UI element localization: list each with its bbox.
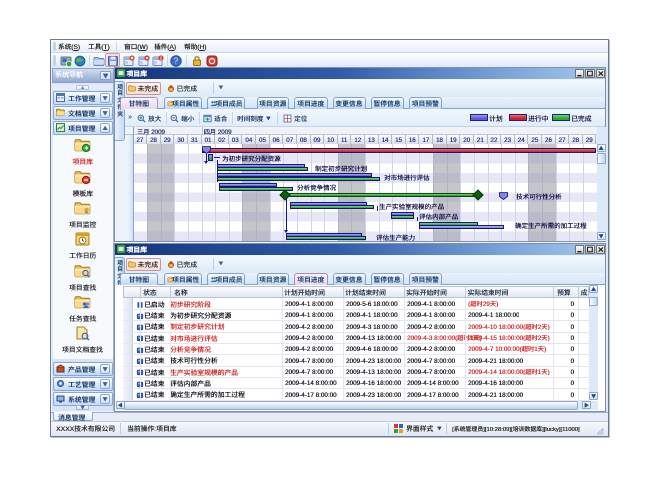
- svg-text:?: ?: [174, 57, 179, 66]
